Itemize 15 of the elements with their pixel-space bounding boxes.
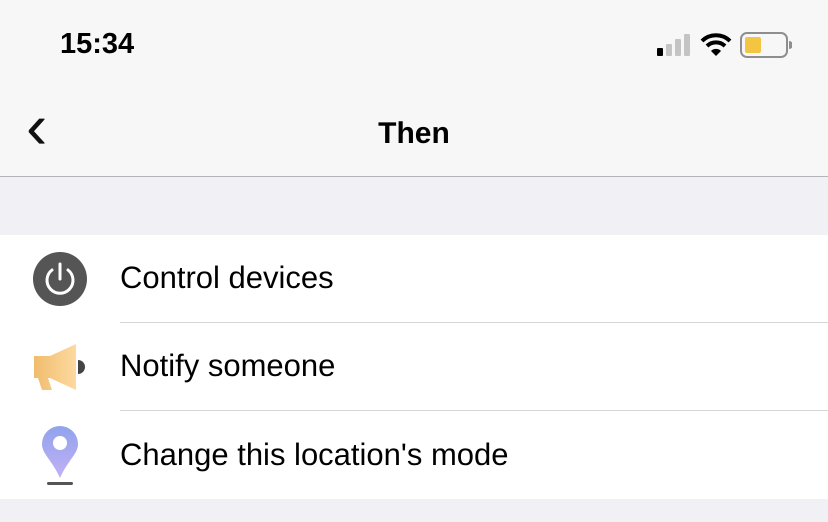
location-pin-icon [40, 424, 80, 486]
status-time: 15:34 [60, 27, 134, 62]
power-icon [33, 252, 87, 306]
action-row[interactable]: Control devices [0, 235, 828, 323]
wifi-icon [700, 33, 732, 57]
action-label: Control devices [120, 259, 334, 298]
action-label: Change this location's mode [120, 436, 508, 474]
action-row[interactable]: Change this location's mode [0, 411, 828, 499]
action-label: Notify someone [120, 347, 336, 386]
signal-icon [656, 34, 692, 56]
battery-icon [740, 32, 792, 58]
back-button[interactable]: ‹ [20, 94, 54, 158]
megaphone-icon [32, 344, 88, 390]
action-row[interactable]: Notify someone [0, 323, 828, 411]
screen-title: Then [378, 116, 450, 152]
